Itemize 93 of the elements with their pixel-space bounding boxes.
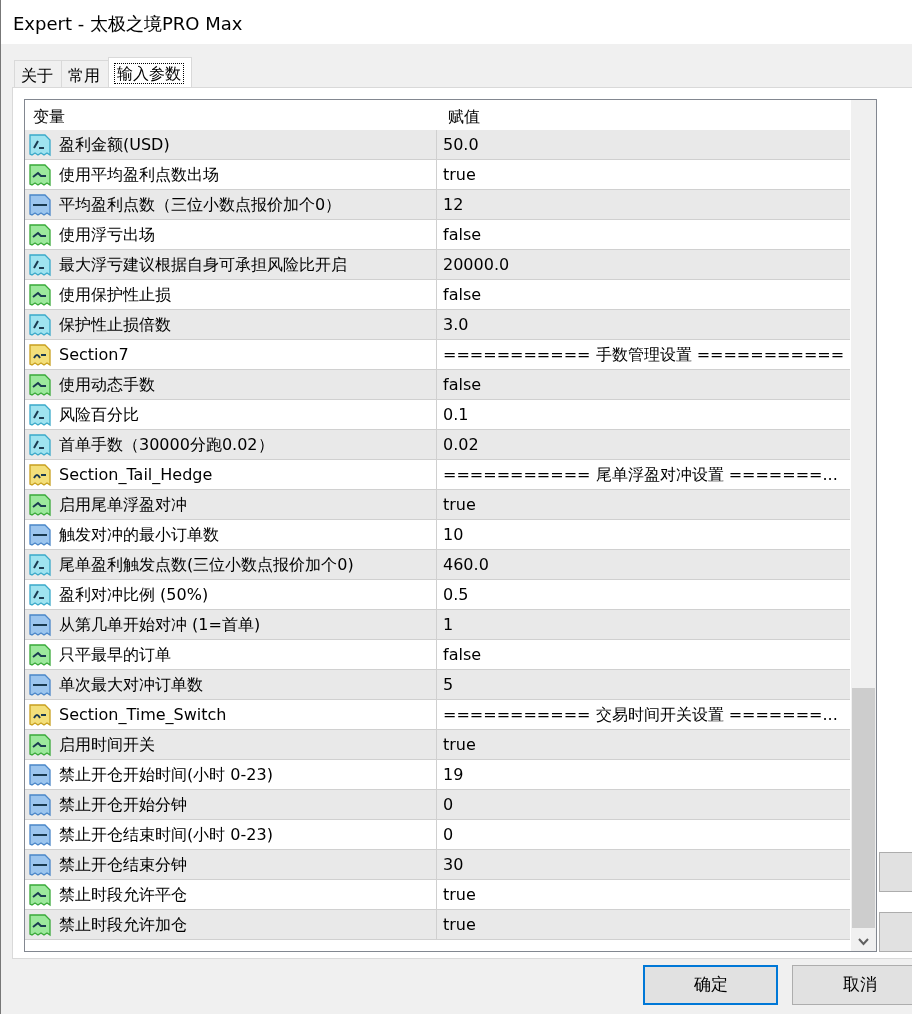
decimal-icon [28,402,52,427]
integer-icon [28,522,52,547]
parameter-name: 启用尾单浮盈对冲 [59,493,187,516]
parameter-value[interactable]: 12 [443,192,464,217]
parameter-value[interactable]: true [443,882,476,907]
parameter-value[interactable]: false [443,642,482,667]
parameter-name: 禁止开仓开始分钟 [59,793,187,816]
integer-icon [28,822,52,847]
parameter-name: 盈利对冲比例 (50%) [59,583,209,606]
side-button[interactable] [879,912,912,952]
parameter-name: 禁止时段允许平仓 [59,883,187,906]
parameter-name: 使用动态手数 [59,373,155,396]
column-header[interactable]: 变量 [25,100,440,130]
parameter-name: 禁止时段允许加仓 [59,913,187,936]
scroll-down-icon[interactable] [858,938,869,946]
decimal-icon [28,252,52,277]
side-button[interactable] [879,852,912,892]
integer-icon [28,672,52,697]
decimal-icon [28,432,52,457]
cancel-button[interactable]: 取消 [792,965,912,1005]
parameter-value[interactable]: =========== 尾单浮盈对冲设置 =======... [443,462,838,487]
parameter-value[interactable]: 460.0 [443,552,489,577]
parameter-name: 保护性止损倍数 [59,313,171,336]
toggle-icon [28,372,52,397]
scroll-thumb[interactable] [852,688,875,928]
parameter-value[interactable]: false [443,222,482,247]
toggle-icon [28,642,52,667]
parameter-name: 最大浮亏建议根据自身可承担风险比开启 [59,253,347,276]
parameter-name: 使用浮亏出场 [59,223,155,246]
parameter-name: 禁止开仓结束时间(小时 0-23) [59,823,273,846]
parameter-name: Section7 [59,343,129,366]
toggle-icon [28,732,52,757]
parameter-name: 首单手数（30000分跑0.02） [59,433,274,456]
parameter-name: 单次最大对冲订单数 [59,673,203,696]
parameter-value[interactable]: 0.1 [443,402,469,427]
toggle-icon [28,162,52,187]
ok-button[interactable]: 确定 [643,965,778,1005]
parameter-value[interactable]: =========== 手数管理设置 =========== [443,342,845,367]
parameter-name: 平均盈利点数（三位小数点报价加个0） [59,193,342,216]
toggle-icon [28,912,52,937]
parameter-name: 从第几单开始对冲 (1=首单) [59,613,261,636]
parameter-name: Section_Time_Switch [59,703,227,726]
parameter-value[interactable]: 0 [443,792,454,817]
parameter-value[interactable]: 0 [443,822,454,847]
integer-icon [28,192,52,217]
parameter-name: Section_Tail_Hedge [59,463,213,486]
parameter-value[interactable]: 19 [443,762,464,787]
text-icon [28,702,52,727]
parameter-value[interactable]: =========== 交易时间开关设置 =======... [443,702,838,727]
integer-icon [28,612,52,637]
parameter-value[interactable]: true [443,162,476,187]
parameter-value[interactable]: 3.0 [443,312,469,337]
parameter-name: 尾单盈利触发点数(三位小数点报价加个0) [59,553,354,576]
parameter-name: 只平最早的订单 [59,643,171,666]
parameter-name: 盈利金额(USD) [59,133,170,156]
parameter-value[interactable]: 20000.0 [443,252,510,277]
parameter-value[interactable]: false [443,282,482,307]
integer-icon [28,792,52,817]
parameter-name: 启用时间开关 [59,733,155,756]
toggle-icon [28,882,52,907]
parameter-value[interactable]: 0.5 [443,582,469,607]
parameter-name: 触发对冲的最小订单数 [59,523,219,546]
text-icon [28,342,52,367]
window-title: Expert - 太极之境PRO Max [0,0,912,44]
parameter-name: 风险百分比 [59,403,139,426]
parameter-name: 禁止开仓开始时间(小时 0-23) [59,763,273,786]
toggle-icon [28,222,52,247]
decimal-icon [28,582,52,607]
tab[interactable]: 关于 [14,60,62,87]
integer-icon [28,762,52,787]
parameter-name: 使用保护性止损 [59,283,171,306]
decimal-icon [28,552,52,577]
parameter-value[interactable]: 30 [443,852,464,877]
parameter-value[interactable]: false [443,372,482,397]
column-header[interactable]: 赋值 [440,100,480,130]
toggle-icon [28,282,52,307]
tab[interactable]: 输入参数 [108,57,192,87]
parameter-value[interactable]: 10 [443,522,464,547]
parameter-value[interactable]: 50.0 [443,132,479,157]
toggle-icon [28,492,52,517]
parameter-name: 禁止开仓结束分钟 [59,853,187,876]
text-icon [28,462,52,487]
decimal-icon [28,312,52,337]
parameter-value[interactable]: 0.02 [443,432,479,457]
scrollbar[interactable] [851,100,876,951]
parameter-value[interactable]: true [443,492,476,517]
parameter-value[interactable]: true [443,912,476,937]
parameter-value[interactable]: true [443,732,476,757]
parameter-value[interactable]: 1 [443,612,454,637]
parameter-name: 使用平均盈利点数出场 [59,163,219,186]
decimal-icon [28,132,52,157]
integer-icon [28,852,52,877]
parameter-value[interactable]: 5 [443,672,454,697]
